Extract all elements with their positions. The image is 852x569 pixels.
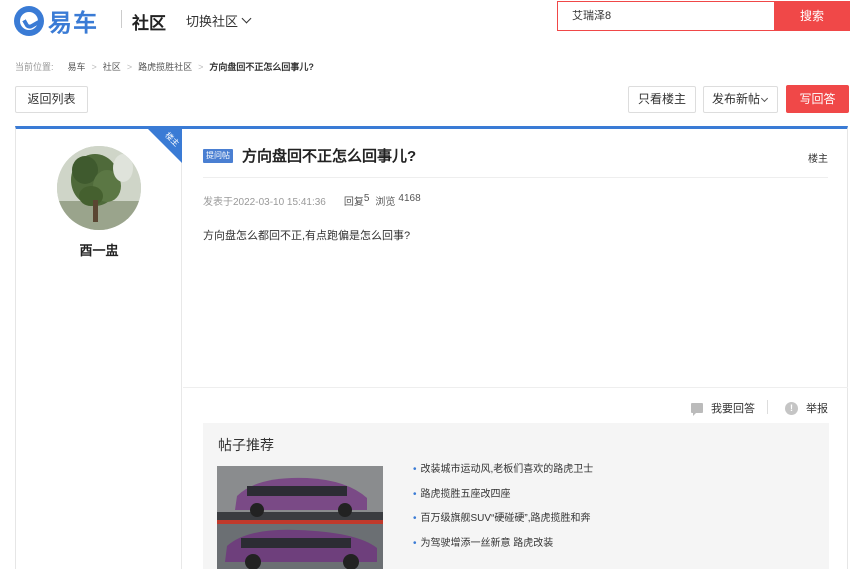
breadcrumb-item-range-rover[interactable]: 路虎揽胜社区 — [138, 60, 192, 73]
breadcrumb-separator: > — [91, 61, 97, 72]
top-header: 易车 社区 切换社区 艾瑞泽8 搜索 — [0, 0, 852, 38]
post-body: 方向盘怎么都回不正,有点跑偏是怎么回事? — [203, 230, 411, 242]
footer-divider — [767, 400, 768, 414]
recommended-post-link[interactable]: 路虎揽胜五座改四座 — [413, 487, 593, 512]
author-column: 楼主 酉一盅 — [16, 129, 182, 569]
post-date: 发表于2022-03-10 15:41:36 — [203, 197, 326, 208]
recommended-post-link[interactable]: 百万级旗舰SUV“硬碰硬”,路虎揽胜和奔 — [413, 511, 593, 536]
recommended-posts-title: 帖子推荐 — [218, 437, 274, 453]
yiche-logo[interactable]: 易车 — [14, 3, 98, 38]
search-button[interactable]: 搜索 — [774, 1, 850, 31]
avatar-image — [57, 146, 141, 230]
meta-gap — [326, 193, 344, 208]
chat-bubble-icon — [691, 403, 703, 416]
author-name[interactable]: 酉一盅 — [16, 240, 182, 259]
report-action[interactable]: ! 举报 — [785, 400, 828, 416]
breadcrumb-item-community[interactable]: 社区 — [103, 60, 121, 73]
post-footer-bar: 我要回答 ! 举报 — [183, 387, 848, 425]
breadcrumb-item-yiche[interactable]: 易车 — [68, 60, 86, 73]
views-label: 浏览 — [375, 197, 396, 208]
switch-community-dropdown[interactable]: 切换社区 — [186, 11, 252, 30]
switch-community-label: 切换社区 — [186, 14, 239, 29]
breadcrumb-current: 方向盘回不正怎么回事儿? — [209, 62, 314, 72]
post-content: 提问帖 方向盘回不正怎么回事儿? 楼主 发表于2022-03-10 15:41:… — [183, 129, 848, 569]
report-label: 举报 — [806, 403, 828, 415]
owner-ribbon: 楼主 — [148, 129, 182, 163]
recommended-posts: 帖子推荐 改装城市运动风,老板们喜欢的路虎 — [203, 423, 829, 569]
new-post-dropdown[interactable]: 发布新帖 — [703, 86, 778, 113]
views-count: 4168 — [398, 193, 421, 204]
breadcrumb-separator: > — [198, 61, 204, 72]
avatar[interactable] — [57, 146, 141, 230]
recommended-post-link[interactable]: 改装城市运动风,老板们喜欢的路虎卫士 — [413, 462, 594, 487]
replies-label: 回复 — [343, 197, 364, 208]
answer-action[interactable]: 我要回答 — [691, 400, 755, 416]
chevron-down-icon — [241, 13, 252, 24]
logo-text: 易车 — [48, 10, 98, 37]
post-container: 楼主 酉一盅 提问帖 方向盘回不正怎么回事儿? 楼主 发表于2022-03-10… — [15, 126, 848, 569]
breadcrumb: 当前位置: 易车 > 社区 > 路虎揽胜社区 > 方向盘回不正怎么回事儿? — [15, 60, 314, 73]
back-to-list-button[interactable]: 返回列表 — [15, 86, 88, 113]
answer-label: 我要回答 — [711, 403, 755, 415]
question-tag-badge: 提问帖 — [203, 149, 233, 163]
only-owner-button[interactable]: 只看楼主 — [628, 86, 696, 113]
breadcrumb-separator: > — [126, 61, 133, 72]
title-divider — [203, 177, 828, 178]
logo-mark-icon — [14, 5, 44, 36]
chevron-down-icon — [760, 94, 769, 103]
recommended-post-link[interactable]: 为驾驶增添一丝新意 路虎改装 — [413, 536, 593, 561]
car-photo — [217, 466, 383, 569]
recommended-post-image[interactable] — [217, 466, 383, 569]
info-icon: ! — [785, 401, 798, 415]
owner-ribbon-label: 楼主 — [163, 130, 181, 149]
floor-label: 楼主 — [808, 154, 828, 165]
breadcrumb-prefix: 当前位置: — [15, 62, 54, 72]
post-meta: 发表于2022-03-10 15:41:36 回复 5 浏览 4168 — [203, 193, 421, 208]
search-input[interactable]: 艾瑞泽8 — [557, 1, 775, 31]
recommended-posts-list: 改装城市运动风,老板们喜欢的路虎卫士 路虎揽胜五座改四座 百万级旗舰SUV“硬碰… — [413, 462, 594, 561]
post-title: 方向盘回不正怎么回事儿? — [242, 148, 417, 165]
write-answer-button[interactable]: 写回答 — [786, 85, 849, 113]
logo-divider — [121, 10, 122, 28]
new-post-label: 发布新帖 — [712, 92, 761, 106]
community-title[interactable]: 社区 — [132, 9, 166, 34]
